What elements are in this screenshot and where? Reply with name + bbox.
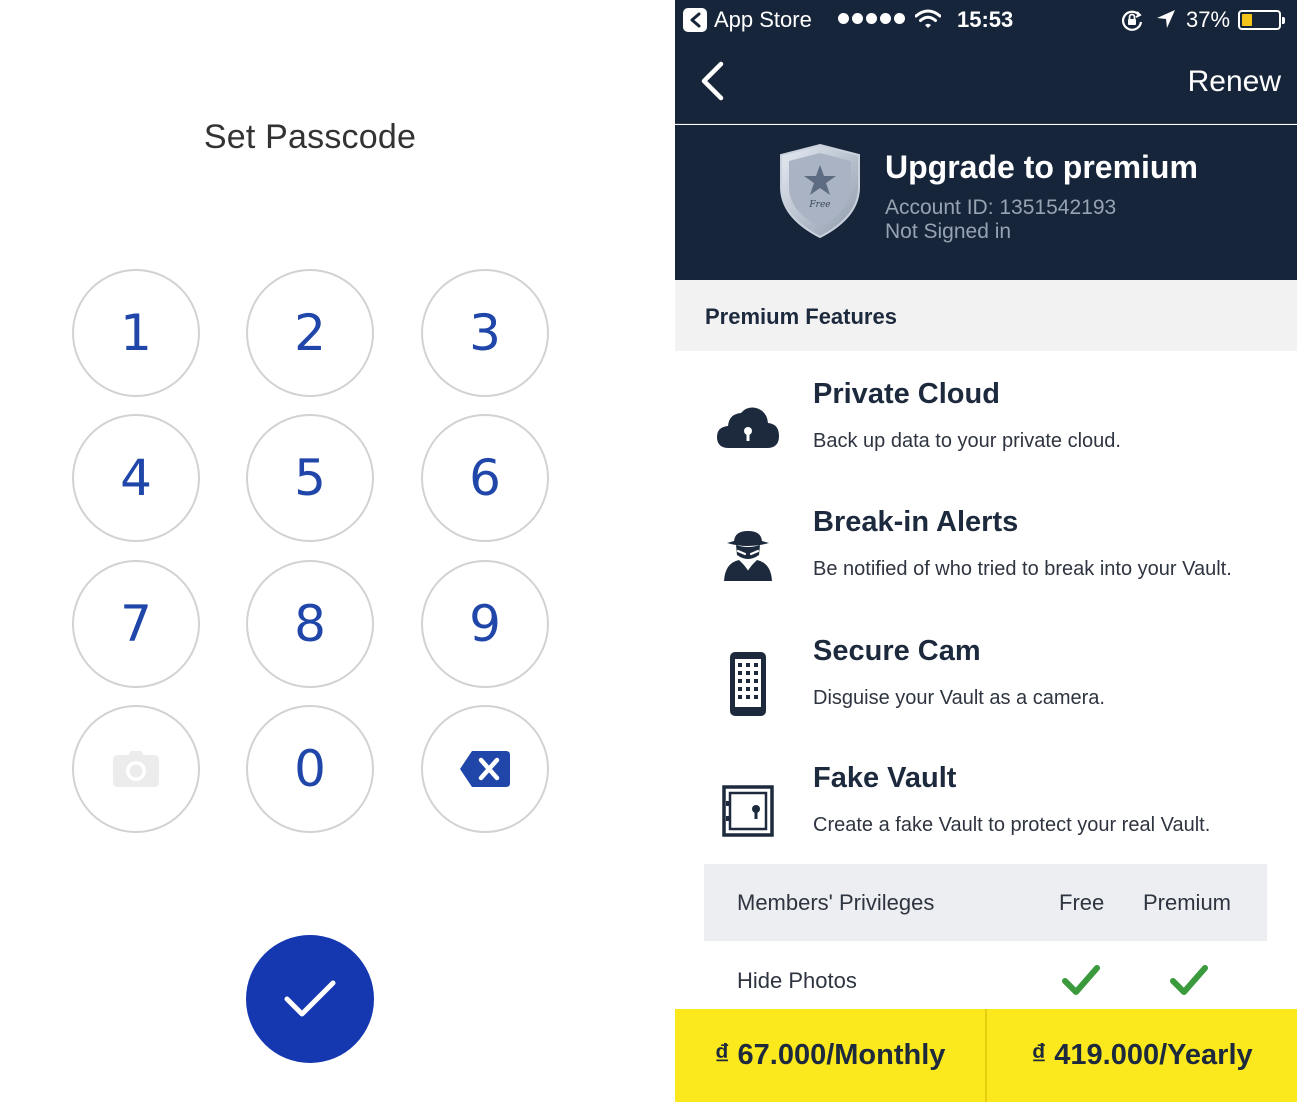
delete-button[interactable] [421, 705, 549, 833]
checkmark-icon [1062, 965, 1100, 995]
account-id: Account ID: 1351542193 [885, 196, 1117, 219]
wifi-icon [915, 9, 941, 28]
rotation-lock-icon [1121, 10, 1143, 31]
feature-description: Be notified of who tried to break into y… [813, 558, 1232, 580]
section-title: Premium Features [705, 304, 897, 329]
feature-title: Secure Cam [813, 635, 981, 667]
cloud-lock-icon [717, 407, 779, 448]
feature-title: Break-in Alerts [813, 506, 1019, 538]
sign-in-status: Not Signed in [885, 220, 1012, 243]
back-button[interactable] [697, 60, 727, 102]
camera-button[interactable] [72, 705, 200, 833]
key-3[interactable]: 3 [421, 269, 549, 397]
chevron-left-icon [690, 12, 701, 28]
battery-icon [1238, 10, 1285, 30]
key-5[interactable]: 5 [246, 414, 374, 542]
free-column-header: Free [1059, 890, 1105, 915]
feature-break-in-alerts: Break-in Alerts Be notified of who tried… [675, 506, 1297, 631]
buy-yearly-button[interactable]: ₫ 419.000/Yearly [987, 1009, 1297, 1102]
confirm-button[interactable] [246, 935, 374, 1063]
nav-bar: Renew [675, 40, 1297, 124]
backspace-icon [460, 751, 510, 787]
key-6[interactable]: 6 [421, 414, 549, 542]
upgrade-banner: Free Upgrade to premium Account ID: 1351… [675, 125, 1297, 280]
camera-icon [113, 751, 159, 787]
privileges-header-label: Members' Privileges [737, 890, 935, 915]
feature-description: Back up data to your private cloud. [813, 430, 1121, 452]
privilege-label: Hide Photos [737, 968, 857, 993]
feature-private-cloud: Private Cloud Back up data to your priva… [675, 378, 1297, 503]
key-1[interactable]: 1 [72, 269, 200, 397]
status-bar: App Store 15:53 37% [675, 0, 1297, 40]
safe-icon [722, 785, 774, 837]
buy-monthly-button[interactable]: ₫ 67.000/Monthly [675, 1009, 985, 1102]
key-2[interactable]: 2 [246, 269, 374, 397]
keypad-phone-icon [730, 652, 766, 716]
spy-icon [724, 531, 772, 581]
passcode-title: Set Passcode [203, 118, 417, 156]
premium-features-header: Premium Features [675, 280, 1297, 351]
feature-secure-cam: Secure Cam Disguise your Vault as a came… [675, 635, 1297, 760]
checkmark-icon [1170, 965, 1208, 995]
feature-description: Create a fake Vault to protect your real… [813, 814, 1211, 836]
feature-title: Fake Vault [813, 762, 957, 794]
battery-fill [1242, 14, 1253, 26]
feature-title: Private Cloud [813, 378, 1000, 410]
back-app-label[interactable]: App Store [714, 7, 812, 33]
shield-badge-icon: Free [780, 143, 860, 239]
key-8[interactable]: 8 [246, 560, 374, 688]
upgrade-title: Upgrade to premium [885, 149, 1198, 185]
location-arrow-icon [1157, 10, 1175, 28]
feature-description: Disguise your Vault as a camera. [813, 687, 1105, 709]
passcode-screen: Set Passcode 1 2 3 4 5 6 7 8 9 0 [0, 0, 640, 1102]
privileges-table-header: Members' Privileges Free Premium [704, 864, 1267, 941]
badge-text: Free [808, 200, 830, 210]
renew-button[interactable]: Renew [1188, 65, 1281, 99]
signal-dots [838, 13, 905, 24]
key-9[interactable]: 9 [421, 560, 549, 688]
back-to-app-button[interactable] [683, 8, 707, 32]
key-4[interactable]: 4 [72, 414, 200, 542]
battery-percent: 37% [1186, 7, 1231, 32]
checkmark-icon [284, 980, 336, 1017]
premium-column-header: Premium [1143, 890, 1232, 915]
key-7[interactable]: 7 [72, 560, 200, 688]
status-time: 15:53 [957, 7, 1014, 32]
premium-screen: App Store 15:53 37% Renew Free Upgrade t… [675, 0, 1297, 1102]
key-0[interactable]: 0 [246, 705, 374, 833]
table-row: Hide Photos [704, 942, 1267, 1012]
